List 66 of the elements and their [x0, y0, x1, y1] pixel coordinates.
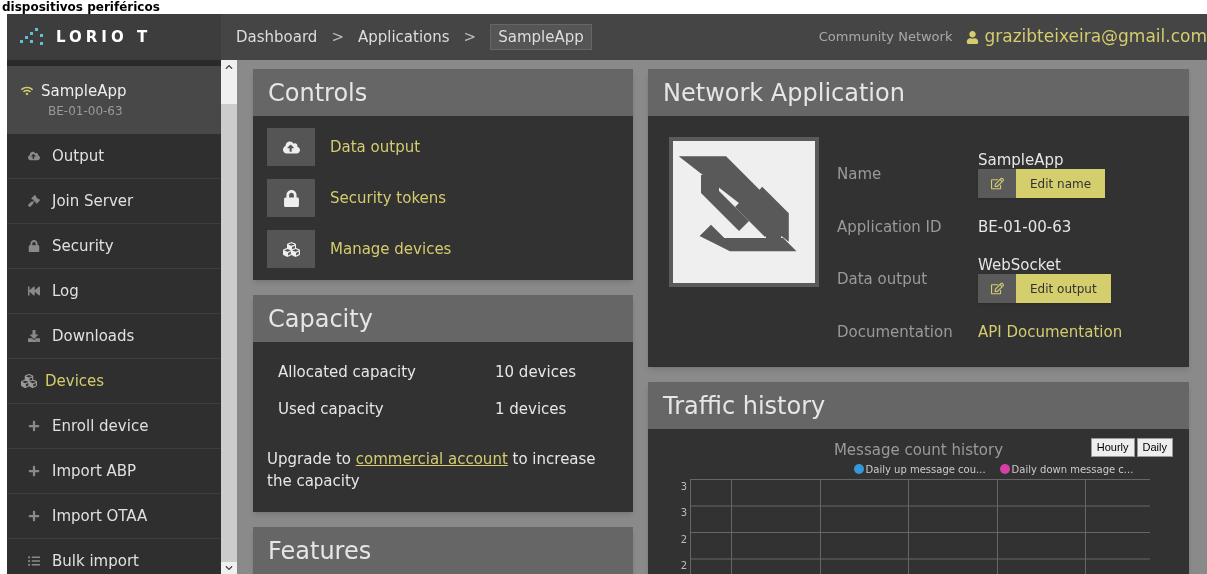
scroll-down-icon — [225, 564, 233, 572]
cloud-upload-icon — [28, 150, 40, 162]
scrollbar[interactable] — [221, 60, 237, 574]
control-link[interactable]: Data output — [330, 135, 421, 159]
wifi-icon — [21, 85, 33, 97]
page-heading: dispositivos periféricos — [2, 0, 160, 14]
field-value: SampleApp — [978, 151, 1065, 169]
capacity-label: Allocated capacity — [278, 362, 417, 384]
axis-label: 2 — [680, 560, 687, 572]
hammer-icon — [28, 195, 40, 207]
documentation-link[interactable]: API Documentation — [978, 320, 1123, 344]
field-label: Application ID — [837, 216, 943, 238]
field-label: Data output — [837, 269, 929, 291]
axis-label: 2 — [680, 533, 687, 546]
app-item[interactable]: SampleApp BE-01-00-63 — [7, 66, 221, 134]
capacity-label: Used capacity — [278, 399, 385, 421]
field-value: WebSocket — [978, 256, 1062, 274]
plus-icon — [28, 510, 40, 522]
control-icon-tile[interactable] — [267, 230, 315, 268]
breadcrumb[interactable]: SampleApp — [490, 23, 592, 51]
period-button[interactable]: Hourly — [1090, 438, 1135, 457]
breadcrumb-separator: > — [463, 26, 477, 48]
card-title: Traffic history — [663, 390, 826, 422]
upgrade-note: Upgrade to commercial account to increase the capacity — [267, 449, 597, 492]
logo-text: LORIO T — [56, 26, 152, 48]
breadcrumb[interactable]: Applications — [357, 25, 450, 49]
control-link[interactable]: Security tokens — [330, 186, 447, 210]
lock-icon — [28, 240, 40, 252]
field-value: BE-01-00-63 — [978, 216, 1072, 238]
edit-icon — [990, 177, 1004, 190]
card-title: Capacity — [268, 303, 373, 335]
card-title: Features — [268, 535, 372, 567]
period-button[interactable]: Daily — [1136, 438, 1173, 457]
lock-icon — [282, 189, 300, 207]
capacity-value: 1 devices — [495, 399, 567, 421]
legend-label: Daily up message cou... — [865, 462, 986, 477]
app-id: BE-01-00-63 — [48, 103, 124, 121]
card-title: Controls — [268, 77, 368, 109]
network-label: Community Network — [818, 28, 953, 47]
control-icon-tile[interactable] — [267, 128, 315, 166]
axis-label: 3 — [680, 480, 687, 493]
chart-title: Message count history — [833, 440, 1004, 461]
app-name: SampleApp — [41, 80, 127, 102]
axis-label: 3 — [680, 507, 687, 519]
breadcrumb[interactable]: Dashboard — [236, 25, 318, 49]
rewind-icon — [28, 285, 40, 297]
field-label: Name — [837, 164, 883, 186]
breadcrumb-separator: > — [331, 26, 344, 48]
commercial-account-link[interactable]: commercial account — [355, 450, 508, 468]
control-link[interactable]: Manage devices — [330, 237, 452, 261]
scroll-up-icon — [225, 63, 233, 71]
user-email[interactable]: grazibteixeira@gmail.com — [984, 24, 1207, 50]
capacity-value: 10 devices — [495, 362, 576, 384]
control-icon-tile[interactable] — [267, 179, 315, 217]
plus-icon — [28, 420, 40, 432]
cubes-icon — [21, 373, 37, 389]
list-icon — [28, 555, 40, 567]
plus-icon — [28, 465, 40, 477]
legend-label: Daily down message c... — [1011, 462, 1134, 477]
card-title: Network Application — [663, 77, 905, 109]
cubes-icon — [282, 240, 300, 258]
logo-icon — [20, 28, 44, 46]
user-icon — [966, 30, 980, 44]
download-icon — [28, 330, 40, 342]
edit-icon — [990, 282, 1004, 295]
field-label: Documentation — [837, 321, 954, 343]
